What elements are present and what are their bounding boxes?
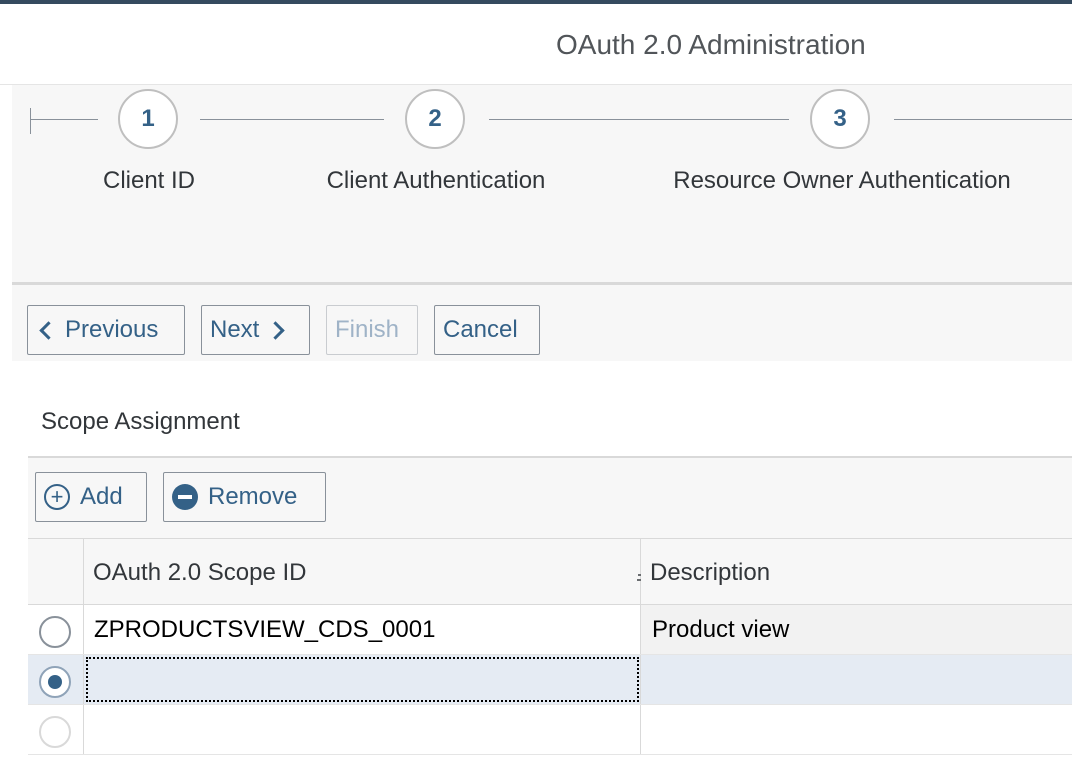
section-title: Scope Assignment	[41, 408, 240, 435]
roadmap-start-marker	[30, 108, 31, 134]
next-button-label: Next	[210, 316, 260, 343]
roadmap-step-2[interactable]: 2	[405, 89, 465, 149]
remove-circle-icon	[172, 484, 198, 510]
row-select-radio[interactable]	[39, 666, 71, 698]
scope-id-input[interactable]	[84, 655, 641, 704]
title-bar: OAuth 2.0 Administration	[0, 4, 1072, 85]
finish-button-label: Finish	[335, 316, 400, 343]
add-circle-icon: +	[44, 484, 70, 510]
page-title: OAuth 2.0 Administration	[556, 29, 866, 60]
roadmap-step-3-label: Resource Owner Authentication	[673, 167, 1011, 194]
table-toolbar: + Add Remove	[28, 458, 1072, 538]
row-select-radio[interactable]	[39, 716, 71, 748]
scope-id-cell[interactable]	[84, 705, 641, 754]
roadmap-connector	[200, 119, 384, 120]
description-value: Product view	[652, 616, 790, 643]
description-cell	[641, 705, 1072, 754]
cancel-button-label: Cancel	[443, 316, 518, 343]
description-cell	[641, 655, 1072, 704]
wizard-toolbar: Previous Next Finish Cancel	[12, 285, 1072, 361]
add-button-label: Add	[80, 483, 123, 510]
scope-id-cell[interactable]: ZPRODUCTSVIEW_CDS_0001	[84, 605, 641, 654]
table-row[interactable]: ZPRODUCTSVIEW_CDS_0001 Product view	[28, 605, 1072, 655]
scope-table: OAuth 2.0 Scope ID Description ZPRODUCTS…	[28, 538, 1072, 761]
row-select-radio[interactable]	[39, 616, 71, 648]
row-selector-cell	[28, 705, 84, 754]
scope-id-value: ZPRODUCTSVIEW_CDS_0001	[94, 616, 436, 643]
roadmap-connector	[30, 119, 98, 120]
chevron-left-icon	[39, 320, 58, 340]
table-select-header	[28, 539, 84, 605]
cancel-button[interactable]: Cancel	[434, 305, 540, 355]
roadmap-connector	[894, 119, 1072, 120]
remove-button[interactable]: Remove	[163, 472, 326, 522]
table-row-selected[interactable]	[28, 655, 1072, 705]
roadmap-step-1[interactable]: 1	[118, 89, 178, 149]
remove-button-label: Remove	[208, 483, 298, 510]
column-header-label: OAuth 2.0 Scope ID	[93, 559, 307, 586]
roadmap-step-1-label: Client ID	[102, 167, 196, 194]
column-header-description[interactable]: Description	[641, 539, 1072, 605]
row-selector-cell	[28, 605, 84, 654]
row-selector-cell	[28, 655, 84, 704]
finish-button: Finish	[326, 305, 418, 355]
add-button[interactable]: + Add	[35, 472, 147, 522]
column-header-label: Description	[650, 559, 771, 586]
previous-button-label: Previous	[65, 316, 159, 343]
roadmap-connector	[489, 119, 789, 120]
roadmap-step-3[interactable]: 3	[810, 89, 870, 149]
chevron-right-icon	[266, 320, 286, 340]
column-header-scope-id[interactable]: OAuth 2.0 Scope ID	[84, 539, 659, 605]
previous-button[interactable]: Previous	[27, 305, 185, 355]
description-cell: Product view	[641, 605, 1072, 654]
roadmap: 1 2 3 Client ID Client Authentication Re…	[12, 85, 1072, 282]
next-button[interactable]: Next	[201, 305, 310, 355]
table-row[interactable]	[28, 705, 1072, 755]
roadmap-step-2-label: Client Authentication	[326, 167, 546, 194]
